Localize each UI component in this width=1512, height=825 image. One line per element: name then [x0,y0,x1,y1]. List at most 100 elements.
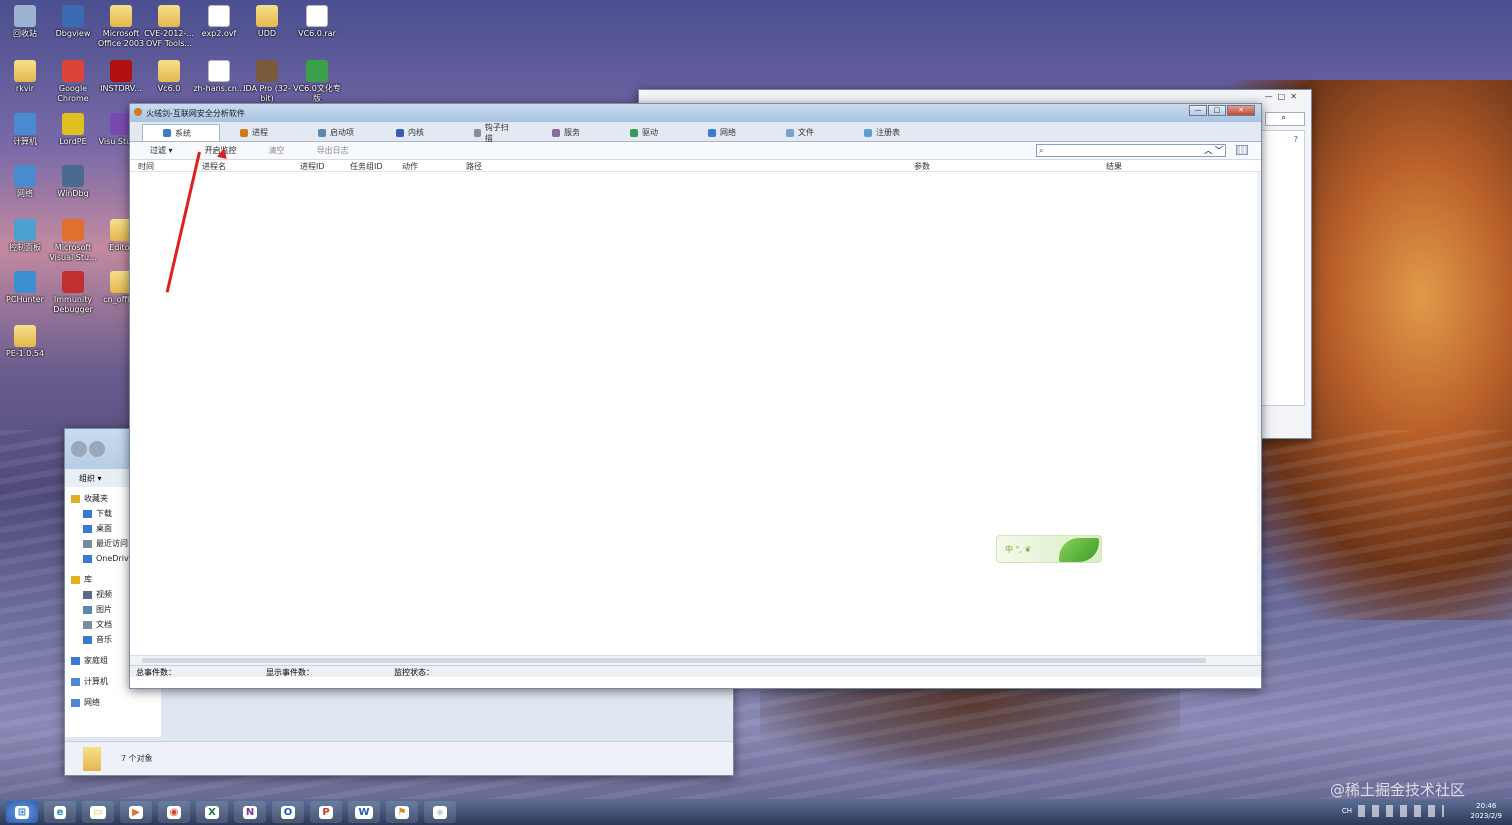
desktop-icon[interactable]: Dbgview [46,5,100,39]
desktop-icon[interactable]: VC6.0.rar [290,5,344,39]
desktop-icon[interactable]: rkvir [0,60,52,94]
desktop-icon[interactable]: VC6.0文化专版 [290,60,344,104]
tab-icon [474,128,481,137]
folder-icon [158,60,180,82]
sidebar-icon [83,605,92,614]
desktop-icon-label: Google Chrome [57,84,89,103]
filter-dropdown[interactable]: 过滤 ▾ [150,145,173,156]
tab-1[interactable]: 进程 [220,124,298,141]
columns-icon[interactable] [1236,145,1248,155]
close-button[interactable]: ✕ [1227,105,1255,116]
window-title: 火绒剑-互联网安全分析软件 [146,108,245,118]
desktop-icon[interactable]: Immunity Debugger [46,271,100,315]
desktop-icon[interactable]: Vc6.0 [142,60,196,94]
tab-7[interactable]: 网络 [688,124,766,141]
tab-label: 网络 [720,128,736,137]
column-header-cell[interactable]: 进程ID [300,161,325,172]
tab-9[interactable]: 注册表 [844,124,922,141]
tab-6[interactable]: 驱动 [610,124,688,141]
taskbar-item[interactable]: ⚑ [386,801,418,823]
desktop-icon[interactable]: PE-1.0.54 [0,325,52,359]
taskbar-item[interactable]: ▶ [120,801,152,823]
tab-label: 启动项 [330,128,354,137]
sidebar-icon [71,575,80,584]
column-header: 时间 进程名 进程ID 任务组ID 动作 路径 参数 结果 [130,160,1261,172]
desktop-icon[interactable]: Google Chrome [46,60,100,104]
desktop-icon[interactable]: exp2.ovf [192,5,246,39]
taskbar-item[interactable]: ⊞ [6,801,38,823]
sidebar-icon [83,524,92,533]
search-nav-arrows[interactable]: ︿ ﹀ [1204,145,1223,156]
desktop-icon[interactable]: Microsoft Visual Stu... [46,219,100,263]
event-list[interactable]: 中 °, ❦ [130,172,1261,655]
export-log-button[interactable]: 导出日志 [317,145,349,156]
tab-5[interactable]: 服务 [532,124,610,141]
maximize-button[interactable]: □ [1208,105,1226,116]
system-tray[interactable]: CH 20:46 2023/2/9 [1342,801,1502,821]
search-input[interactable]: ⌕ ︿ ﹀ [1036,144,1226,157]
taskbar-item[interactable]: ◈ [424,801,456,823]
desktop-icon[interactable]: 控制面板 [0,219,52,253]
taskbar-item[interactable]: P [310,801,342,823]
app-icon [306,60,328,82]
back-icon[interactable] [71,441,87,457]
title-bar[interactable]: 火绒剑-互联网安全分析软件 — □ ✕ [130,104,1261,122]
minimize-button[interactable]: — [1189,105,1207,116]
tray-language[interactable]: CH [1342,806,1352,816]
desktop-icon[interactable]: UDD [240,5,294,39]
taskbar-item[interactable]: N [234,801,266,823]
sidebar-icon [71,494,80,503]
clock-date[interactable]: 2023/2/9 [1471,811,1502,821]
help-icon[interactable]: ? [1294,135,1298,144]
tab-0[interactable]: 系统 [142,124,220,141]
column-header-cell[interactable]: 动作 [402,161,418,172]
desktop-icon[interactable]: 计算机 [0,113,52,147]
status-bar: 总事件数： 显示事件数： 监控状态： [130,665,1261,677]
taskbar-item[interactable]: e [44,801,76,823]
horizontal-scrollbar[interactable] [130,655,1261,665]
desktop-icon[interactable]: WinDbg [46,165,100,199]
tab-3[interactable]: 内核 [376,124,454,141]
desktop-icon[interactable]: Microsoft Office 2003 [94,5,148,49]
taskbar-item[interactable]: ◉ [158,801,190,823]
background-window-controls[interactable]: — □ ✕ [1265,92,1297,101]
taskbar-icon: P [319,805,333,819]
column-header-cell[interactable]: 进程名 [202,161,226,172]
desktop-icon[interactable]: LordPE [46,113,100,147]
clock-time[interactable]: 20:46 [1471,801,1502,811]
tab-2[interactable]: 启动项 [298,124,376,141]
taskbar-item[interactable]: O [272,801,304,823]
column-header-cell[interactable]: 结果 [1106,161,1122,172]
main-window[interactable]: 火绒剑-互联网安全分析软件 — □ ✕ 系统 进程 启动项 内核 钩子扫描 服务 驱动 网络 文… [129,103,1262,689]
tab-icon [864,128,872,137]
forward-icon[interactable] [89,441,105,457]
tab-icon [318,128,326,137]
search-icon[interactable]: ⌕ [1265,112,1305,126]
taskbar-item[interactable]: W [348,801,380,823]
scroll-thumb[interactable] [142,658,1206,663]
column-header-cell[interactable]: 任务组ID [350,161,383,172]
desktop-icon[interactable]: 网络 [0,165,52,199]
desktop-icon[interactable]: INSTDRV... [94,60,148,94]
desktop-icon-label: VC6.0文化专版 [293,84,341,103]
desktop-icon[interactable]: CVE-2012-... OVF Tools... [142,5,196,49]
taskbar-item[interactable]: ▭ [82,801,114,823]
desktop-icon[interactable]: zh-hans.cn... [192,60,246,94]
column-header-cell[interactable]: 参数 [914,161,930,172]
tab-8[interactable]: 文件 [766,124,844,141]
clear-button[interactable]: 清空 [269,145,285,156]
sidebar-label: 家庭组 [84,656,108,665]
column-header-cell[interactable]: 时间 [138,161,154,172]
app-icon [14,113,36,135]
taskbar-item[interactable]: X [196,801,228,823]
total-events-label: 总事件数： [136,668,176,677]
explorer-sidebar-item[interactable]: 网络 [65,695,161,710]
desktop-icon[interactable]: IDA Pro (32-bit) [240,60,294,104]
app-icon [62,5,84,27]
column-header-cell[interactable]: 路径 [466,161,482,172]
desktop-icon[interactable]: 回收站 [0,5,52,39]
tab-4[interactable]: 钩子扫描 [454,123,532,143]
desktop-icon[interactable]: PCHunter [0,271,52,305]
tray-icons[interactable] [1358,805,1444,817]
organize-button[interactable]: 组织 ▾ [79,473,102,484]
